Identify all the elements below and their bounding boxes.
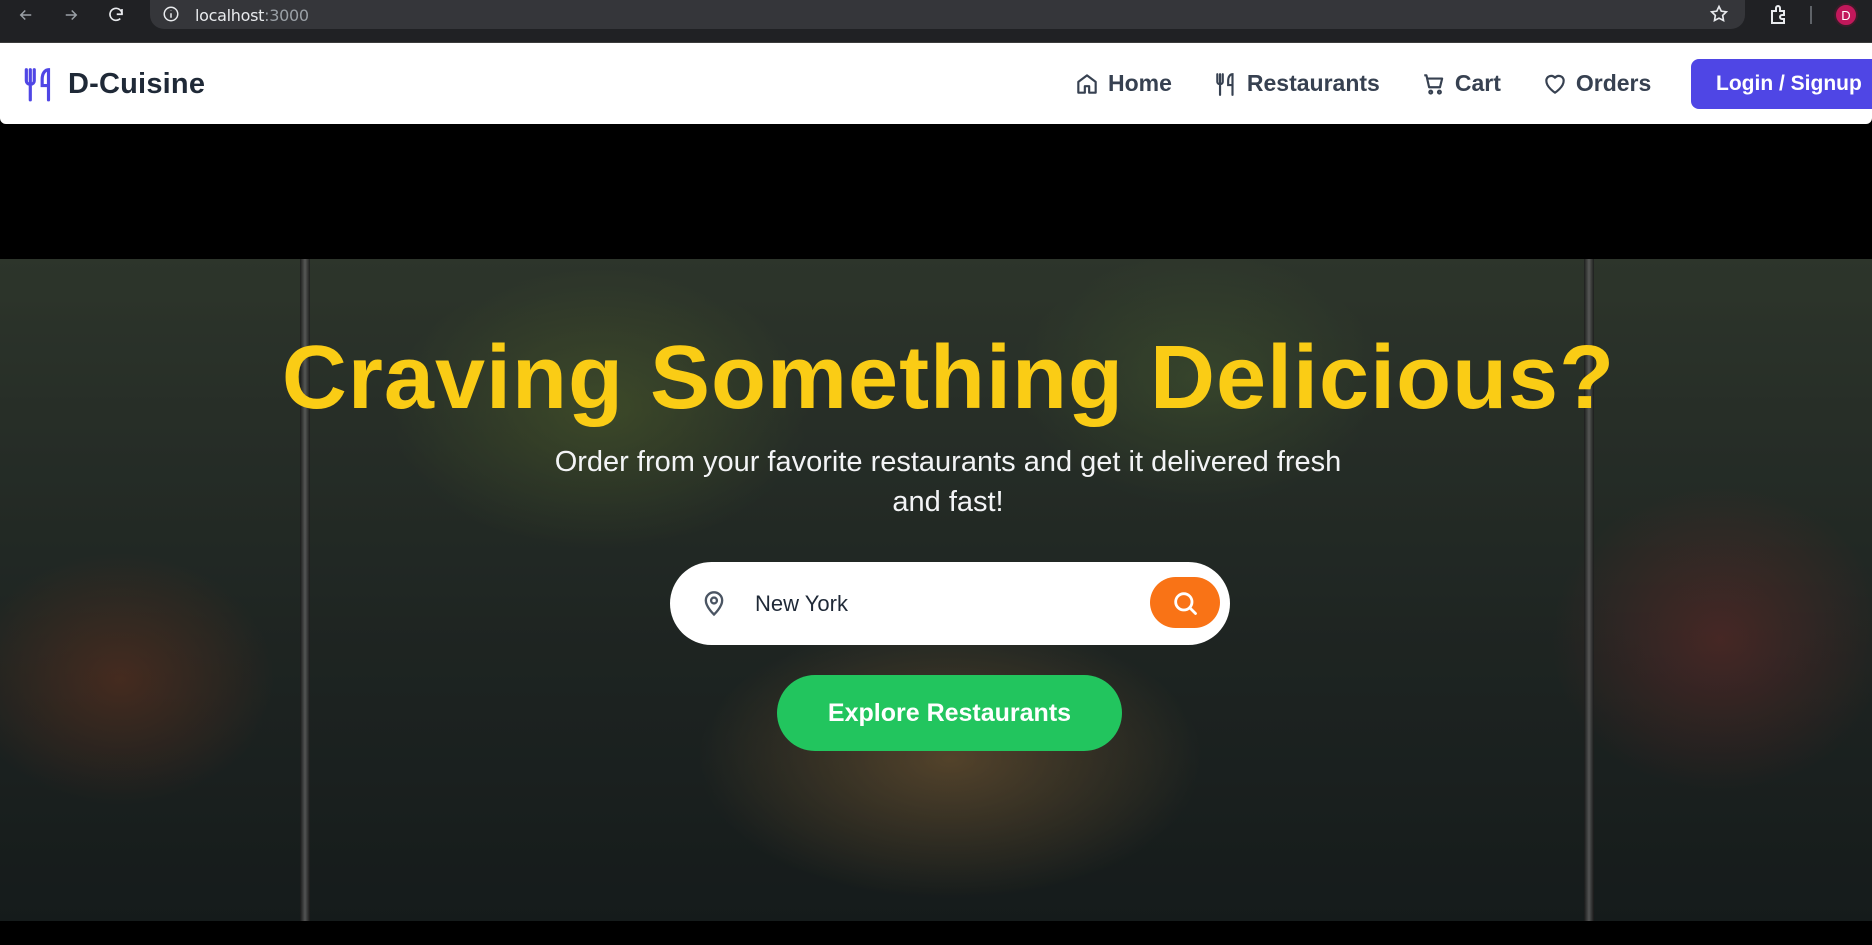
- back-icon[interactable]: [13, 2, 39, 28]
- heart-icon: [1545, 74, 1565, 94]
- nav-home[interactable]: Home: [1074, 70, 1172, 97]
- search-button[interactable]: [1150, 577, 1220, 628]
- map-pin-icon: [704, 591, 724, 617]
- cart-icon: [1424, 73, 1444, 95]
- nav-orders[interactable]: Orders: [1542, 70, 1651, 97]
- profile-avatar[interactable]: D: [1834, 3, 1858, 27]
- reload-icon[interactable]: [103, 2, 129, 28]
- app-navbar: D-Cuisine Home Restaurants Cart Orders L…: [0, 43, 1872, 124]
- nav-links: Home Restaurants Cart Orders: [1074, 70, 1692, 97]
- hero-subtitle: Order from your favorite restaurants and…: [554, 446, 1342, 518]
- browser-toolbar: localhost:3000 D: [0, 0, 1872, 43]
- nav-restaurants-label: Restaurants: [1246, 70, 1380, 96]
- bookmark-star-icon[interactable]: [1709, 4, 1729, 24]
- nav-orders-label: Orders: [1575, 70, 1652, 96]
- brand-name: D-Cuisine: [68, 67, 206, 100]
- hero-title: Craving Something Delicious?: [281, 328, 1616, 428]
- address-bar[interactable]: localhost:3000: [150, 0, 1745, 29]
- location-search-box: [670, 562, 1230, 645]
- utensils-icon: [1216, 72, 1234, 96]
- url-text: localhost:3000: [195, 6, 309, 25]
- toolbar-divider: [1810, 6, 1812, 24]
- forward-icon[interactable]: [58, 2, 84, 28]
- login-signup-button[interactable]: Login / Signup: [1691, 59, 1872, 109]
- nav-restaurants[interactable]: Restaurants: [1213, 70, 1380, 97]
- explore-restaurants-button[interactable]: Explore Restaurants: [777, 675, 1122, 751]
- search-icon: [1174, 591, 1197, 615]
- brand-logo[interactable]: D-Cuisine: [20, 64, 205, 104]
- nav-cart-label: Cart: [1454, 70, 1501, 96]
- nav-home-label: Home: [1108, 70, 1172, 96]
- site-info-icon[interactable]: [162, 5, 180, 23]
- home-icon: [1077, 73, 1097, 94]
- location-input[interactable]: [755, 584, 1105, 624]
- utensils-logo-icon: [24, 68, 51, 102]
- extensions-icon[interactable]: [1767, 3, 1791, 27]
- nav-cart[interactable]: Cart: [1421, 70, 1501, 97]
